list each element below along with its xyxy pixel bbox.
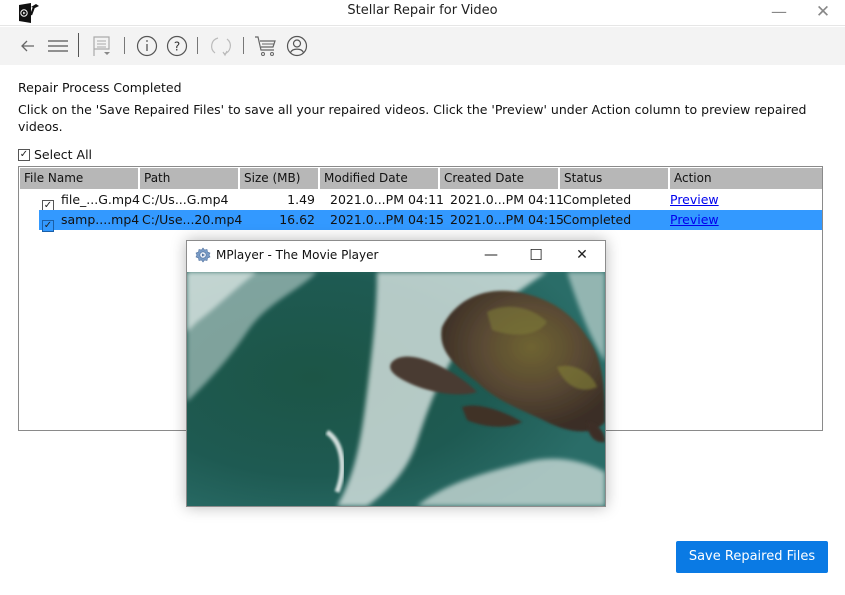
video-frame[interactable]	[187, 272, 605, 506]
modified-date-cell: 2021.0...PM 04:15	[330, 212, 444, 227]
created-date-cell: 2021.0...PM 04:11	[450, 192, 564, 207]
status-cell: Completed	[563, 212, 632, 227]
toolbar-separator	[243, 37, 244, 54]
status-cell: Completed	[563, 192, 632, 207]
row-checkbox[interactable]: ✓	[42, 214, 54, 234]
mplayer-maximize-button[interactable]: ☐	[521, 245, 551, 265]
file-name-cell: samp....mp4	[61, 212, 140, 227]
toolbar-separator	[197, 37, 198, 54]
column-header-modified-date[interactable]: Modified Date	[320, 168, 438, 189]
select-all-checkbox[interactable]: ✓ Select All	[18, 147, 92, 162]
svg-text:?: ?	[174, 40, 180, 54]
instructions-text: Click on the 'Save Repaired Files' to sa…	[18, 102, 807, 134]
column-header-size[interactable]: Size (MB)	[240, 168, 318, 189]
help-icon[interactable]: ?	[165, 34, 189, 58]
path-cell: C:/Us...G.mp4	[142, 192, 229, 207]
ocean-rocks-video-image	[187, 272, 605, 506]
info-icon[interactable]	[135, 34, 159, 58]
checkbox-checked-icon[interactable]: ✓	[42, 220, 54, 232]
title-bar: Stellar Repair for Video — ✕	[0, 0, 845, 26]
column-header-file-name[interactable]: File Name	[20, 168, 138, 189]
mplayer-app-icon	[195, 247, 211, 263]
column-header-created-date[interactable]: Created Date	[440, 168, 558, 189]
checkbox-checked-icon[interactable]: ✓	[18, 148, 30, 161]
created-date-cell: 2021.0...PM 04:15	[450, 212, 564, 227]
column-header-status[interactable]: Status	[560, 168, 668, 189]
size-cell: 16.62	[279, 212, 315, 227]
toolbar: ?	[0, 27, 845, 65]
save-repaired-files-button[interactable]: Save Repaired Files	[676, 541, 828, 573]
preview-link[interactable]: Preview	[670, 210, 719, 230]
table-row-selected[interactable]: ✓ samp....mp4 C:/Use...20.mp4 16.62 2021…	[39, 210, 822, 232]
app-title: Stellar Repair for Video	[347, 3, 498, 18]
save-report-icon[interactable]	[90, 34, 114, 58]
cart-icon[interactable]	[254, 34, 278, 58]
column-header-action[interactable]: Action	[670, 168, 822, 189]
minimize-button[interactable]: —	[764, 2, 794, 24]
close-button[interactable]: ✕	[808, 2, 838, 24]
back-arrow-icon[interactable]	[16, 34, 40, 58]
file-name-cell: file_...G.mp4	[61, 192, 140, 207]
menu-icon[interactable]	[46, 34, 70, 58]
path-cell: C:/Use...20.mp4	[142, 212, 243, 227]
mplayer-title: MPlayer - The Movie Player	[216, 248, 379, 262]
modified-date-cell: 2021.0...PM 04:11	[330, 192, 444, 207]
account-icon[interactable]	[285, 34, 309, 58]
table-row[interactable]: ✓ file_...G.mp4 C:/Us...G.mp4 1.49 2021.…	[39, 190, 822, 212]
column-header-path[interactable]: Path	[140, 168, 238, 189]
toolbar-separator	[78, 33, 79, 57]
stellar-repair-window: Stellar Repair for Video — ✕ ? Repair Pr…	[0, 0, 845, 595]
page-heading: Repair Process Completed	[18, 80, 182, 95]
preview-link[interactable]: Preview	[670, 190, 719, 210]
toolbar-separator	[124, 37, 125, 54]
refresh-icon[interactable]	[209, 34, 233, 58]
mplayer-close-button[interactable]: ✕	[567, 245, 597, 265]
select-all-label: Select All	[34, 147, 93, 162]
size-cell: 1.49	[287, 192, 315, 207]
table-header: File Name Path Size (MB) Modified Date C…	[20, 168, 824, 189]
mplayer-window[interactable]: MPlayer - The Movie Player — ☐ ✕	[186, 240, 606, 507]
mplayer-minimize-button[interactable]: —	[476, 245, 506, 265]
